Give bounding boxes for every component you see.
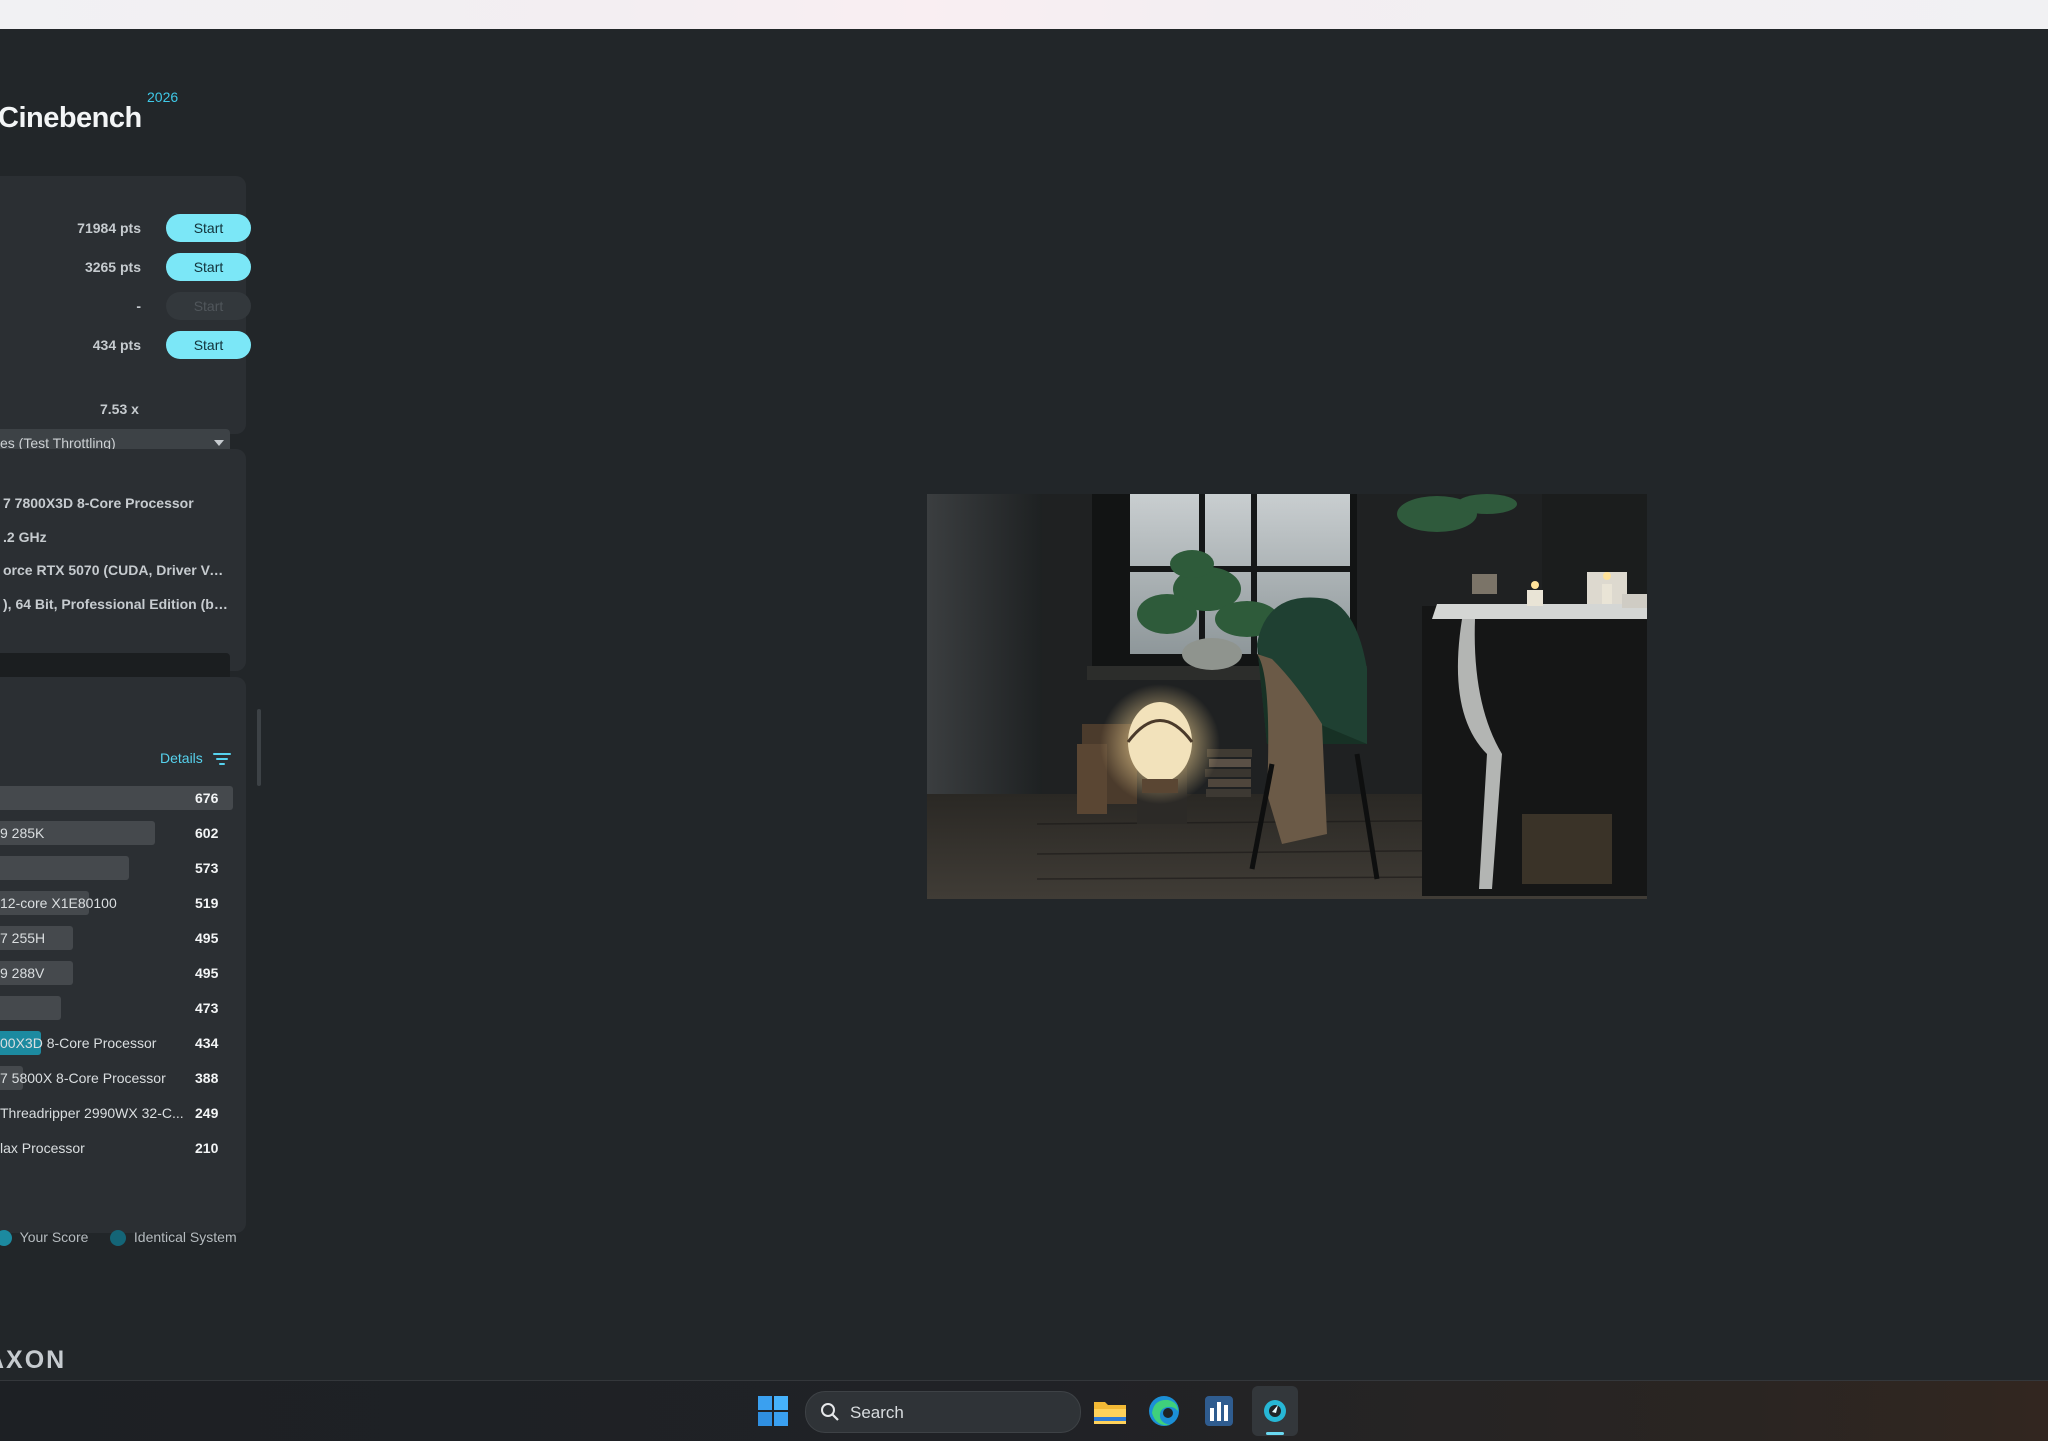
- legend-label: Identical System: [133, 1229, 237, 1245]
- ranking-score: 495: [195, 965, 219, 981]
- ranking-row[interactable]: 7 255H 495: [0, 926, 240, 950]
- details-button[interactable]: Details: [160, 750, 231, 766]
- start-mp-single-button[interactable]: Start: [166, 331, 251, 359]
- ranking-row[interactable]: 12-core X1E80100 519: [0, 891, 240, 915]
- system-cpu: 7 7800X3D 8-Core Processor: [3, 495, 194, 511]
- ranking-name: 9 288V: [0, 965, 45, 981]
- test-score: 434 pts: [92, 337, 141, 353]
- filter-icon: [212, 753, 231, 766]
- ranking-bar: [0, 996, 61, 1020]
- ranking-score: 249: [195, 1105, 219, 1121]
- legend-identical-system: Identical System: [110, 1229, 237, 1247]
- ranking-score: 602: [195, 825, 219, 841]
- ranking-score: 434: [195, 1035, 219, 1051]
- ranking-score: 210: [195, 1140, 219, 1156]
- task-manager-icon[interactable]: [1199, 1391, 1239, 1431]
- windows-taskbar: Search: [0, 1380, 2048, 1441]
- search-icon: [821, 1403, 839, 1421]
- details-label: Details: [160, 750, 203, 766]
- test-row-mp-single: 434 pts Start: [0, 330, 266, 360]
- legend-dot: [0, 1230, 12, 1247]
- app-title: Cinebench: [0, 102, 142, 134]
- ranking-name: lax Processor: [0, 1140, 85, 1156]
- system-clock: .2 GHz: [3, 529, 47, 545]
- ranking-row[interactable]: 9 288V 495: [0, 961, 240, 985]
- active-app-indicator: [1266, 1432, 1284, 1435]
- taskbar-search-box[interactable]: Search: [805, 1391, 1081, 1433]
- ranking-bar: [0, 856, 129, 880]
- ranking-score: 388: [195, 1070, 219, 1086]
- test-score: 3265 pts: [84, 259, 141, 275]
- test-score: 71984 pts: [77, 220, 141, 236]
- ranking-score: 676: [195, 790, 219, 806]
- ranking-score: 495: [195, 930, 219, 946]
- file-explorer-icon[interactable]: [1090, 1391, 1130, 1431]
- legend-dot: [110, 1230, 126, 1247]
- ranking-row[interactable]: 573: [0, 856, 240, 880]
- ranking-name: 9 285K: [0, 825, 45, 841]
- render-scene: [927, 494, 1647, 899]
- cinebench-icon[interactable]: [1255, 1391, 1295, 1431]
- ranking-row[interactable]: 676: [0, 786, 240, 810]
- legend-label: Your Score: [19, 1229, 89, 1245]
- ranking-scrollbar[interactable]: [257, 709, 261, 786]
- ranking-name: 12-core X1E80100: [0, 895, 117, 911]
- ranking-row[interactable]: 7 5800X 8-Core Processor 388: [0, 1066, 240, 1090]
- ranking-name: 7 5800X 8-Core Processor: [0, 1070, 166, 1086]
- legend-your-score: Your Score: [0, 1229, 89, 1247]
- test-row-cpu-multi: 71984 pts Start: [0, 213, 266, 243]
- ranking-row[interactable]: 9 285K 602: [0, 821, 240, 845]
- test-row-cpu-single: 3265 pts Start: [0, 252, 266, 282]
- ranking-row[interactable]: 473: [0, 996, 240, 1020]
- ranking-score: 473: [195, 1000, 219, 1016]
- test-score: -: [136, 298, 141, 314]
- system-os: ), 64 Bit, Professional Edition (buil...: [3, 596, 229, 612]
- ranking-name: 7 255H: [0, 930, 46, 946]
- ranking-row[interactable]: lax Processor 210: [0, 1136, 240, 1160]
- mp-ratio-value: 7.53 x: [100, 401, 139, 417]
- maxon-logo: AXON: [0, 1346, 67, 1374]
- search-label: Search: [850, 1403, 904, 1422]
- system-gpu: orce RTX 5070 (CUDA, Driver Vers...: [3, 562, 229, 578]
- ranking-name: 00X3D 8-Core Processor: [0, 1035, 157, 1051]
- ranking-name: Threadripper 2990WX 32-C...: [0, 1105, 184, 1121]
- windows-start-icon[interactable]: [753, 1391, 793, 1431]
- browser-top-strip: [0, 0, 2048, 29]
- edge-browser-icon[interactable]: [1144, 1391, 1184, 1431]
- ranking-row[interactable]: 00X3D 8-Core Processor 434: [0, 1031, 240, 1055]
- ranking-score: 573: [195, 860, 219, 876]
- render-preview-image: [927, 494, 1647, 899]
- test-row-gpu: - Start: [0, 291, 266, 321]
- start-cpu-single-button[interactable]: Start: [166, 253, 251, 281]
- app-year: 2026: [147, 89, 179, 105]
- chevron-down-icon: [214, 440, 224, 446]
- system-info-panel: [0, 449, 246, 671]
- start-gpu-button[interactable]: Start: [166, 292, 251, 320]
- ranking-row[interactable]: Threadripper 2990WX 32-C... 249: [0, 1101, 240, 1125]
- ranking-score: 519: [195, 895, 219, 911]
- start-cpu-multi-button[interactable]: Start: [166, 214, 251, 242]
